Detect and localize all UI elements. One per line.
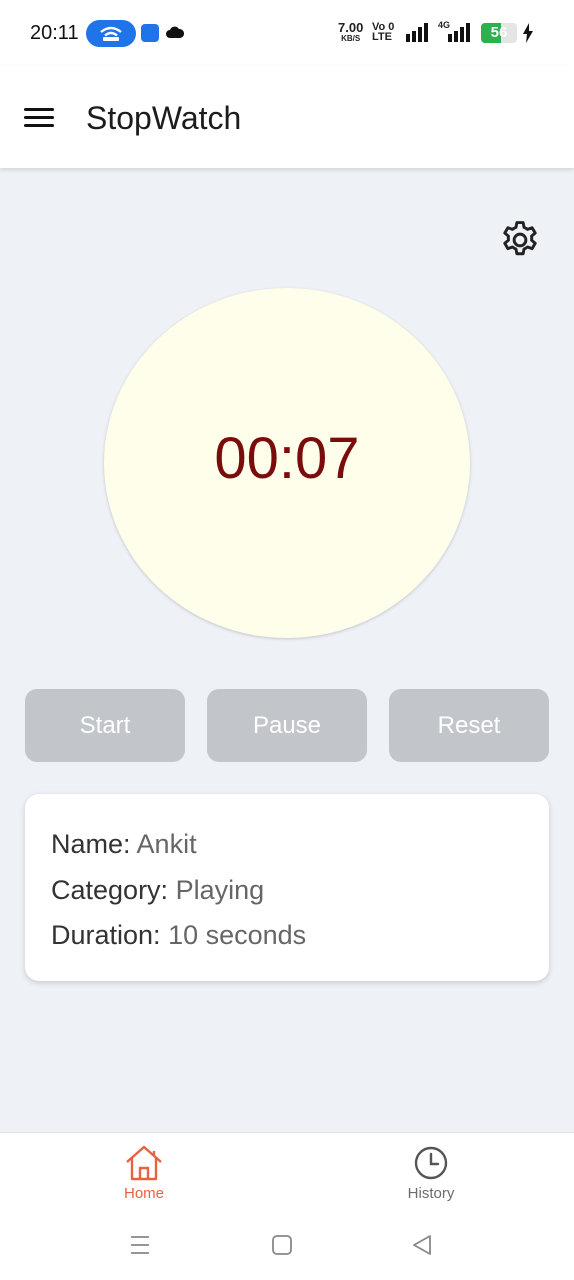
network-speed: 7.00 KB/S bbox=[338, 20, 364, 43]
volte-bottom: LTE bbox=[372, 31, 392, 43]
clock-icon bbox=[414, 1146, 448, 1180]
back-triangle-icon[interactable] bbox=[410, 1234, 434, 1256]
name-row: Name: Ankit bbox=[51, 822, 549, 868]
cloud-icon bbox=[166, 26, 184, 38]
battery-icon: 56 bbox=[481, 23, 517, 43]
info-card: Name: Ankit Category: Playing Duration: … bbox=[25, 794, 549, 981]
name-value: Ankit bbox=[136, 829, 197, 859]
start-button[interactable]: Start bbox=[25, 689, 185, 762]
app-title: StopWatch bbox=[86, 100, 242, 136]
signal-icon-sim2 bbox=[448, 23, 470, 42]
menu-line bbox=[24, 116, 54, 119]
volte-indicator: Vo 0 LTE bbox=[372, 22, 394, 43]
status-time: 20:11 bbox=[30, 22, 79, 44]
category-value: Playing bbox=[175, 874, 265, 905]
bottom-nav: Home History bbox=[0, 1132, 574, 1222]
menu-line bbox=[24, 124, 54, 127]
timer-display: 00:07 bbox=[214, 425, 360, 491]
signal-icon bbox=[406, 23, 428, 42]
timer-circle: 00:07 bbox=[104, 288, 470, 638]
android-app-icon bbox=[141, 24, 159, 42]
battery-level: 56 bbox=[490, 24, 508, 41]
nav-item-history[interactable]: History bbox=[371, 1145, 491, 1202]
status-bar: 20:11 7.00 KB/S Vo 0 LTE 4G 56 bbox=[0, 0, 574, 66]
reset-button[interactable]: Reset bbox=[389, 689, 549, 762]
app-bar: StopWatch bbox=[0, 66, 574, 168]
name-label: Name: bbox=[51, 829, 131, 859]
duration-row: Duration: 10 seconds bbox=[51, 913, 549, 959]
home-icon bbox=[126, 1145, 162, 1181]
category-row: Category: Playing bbox=[51, 868, 549, 914]
charging-bolt-icon bbox=[523, 23, 533, 43]
duration-label: Duration: bbox=[51, 920, 161, 950]
menu-line bbox=[24, 108, 54, 111]
wifi-hotspot-icon bbox=[100, 26, 122, 41]
hamburger-menu-icon[interactable] bbox=[24, 106, 54, 128]
nav-label-home: Home bbox=[123, 1185, 164, 1202]
network-speed-value: 7.00 bbox=[338, 20, 364, 35]
nav-label-history: History bbox=[407, 1185, 455, 1202]
network-speed-unit: KB/S bbox=[341, 34, 361, 43]
category-label: Category: bbox=[51, 874, 169, 905]
duration-value: 10 seconds bbox=[168, 920, 307, 950]
home-square-icon[interactable] bbox=[270, 1234, 294, 1256]
settings-gear-icon[interactable] bbox=[498, 218, 542, 262]
pause-button[interactable]: Pause bbox=[207, 689, 367, 762]
recent-apps-icon[interactable] bbox=[128, 1234, 152, 1256]
system-nav-bar bbox=[0, 1222, 574, 1280]
nav-item-home[interactable]: Home bbox=[84, 1145, 204, 1202]
hotspot-pill bbox=[86, 20, 136, 47]
